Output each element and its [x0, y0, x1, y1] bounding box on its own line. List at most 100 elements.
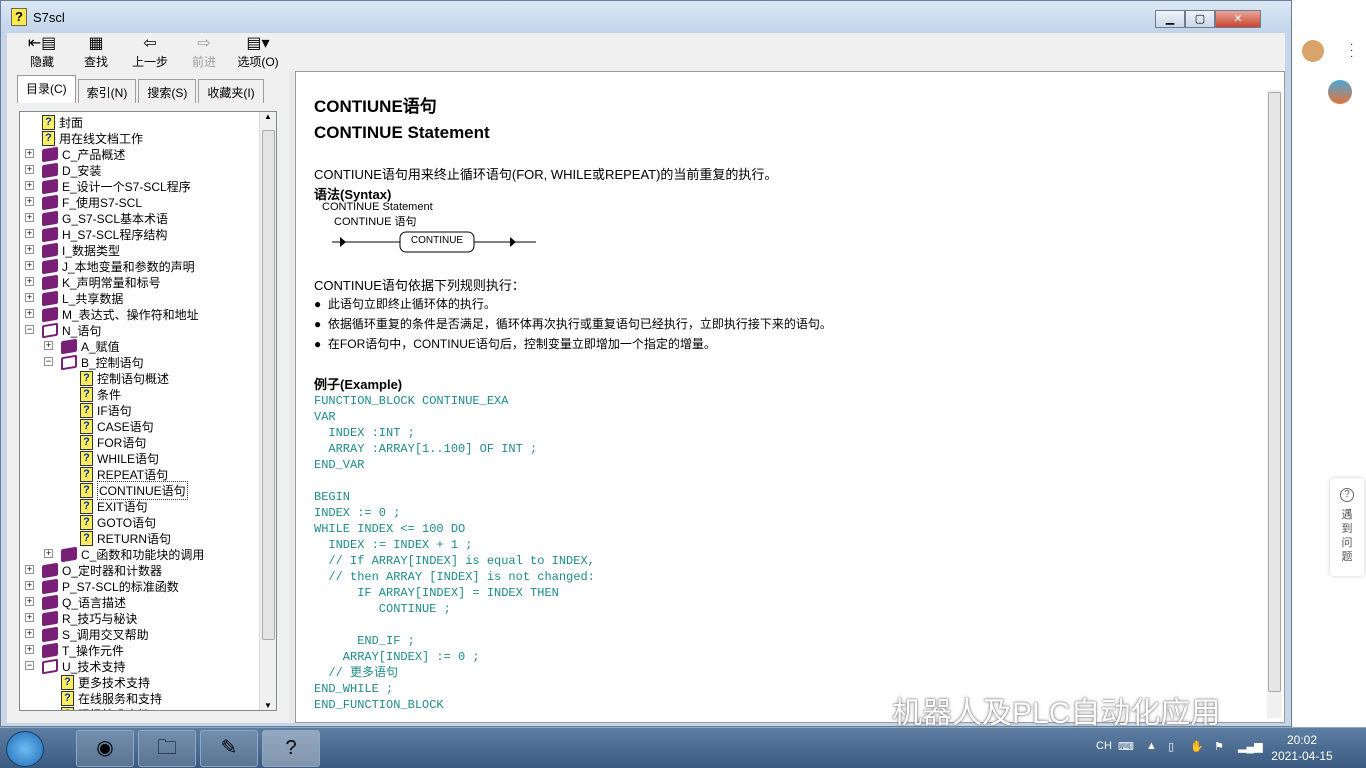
tree-item[interactable]: A_赋值 [61, 338, 120, 354]
tree-item[interactable]: ? IF语句 [80, 402, 132, 418]
taskbar-explorer[interactable]: 🗀 [138, 730, 196, 767]
tab-3[interactable]: 收藏夹(I) [198, 79, 264, 103]
tree-item[interactable]: L_共享数据 [42, 290, 123, 306]
collapse-icon[interactable]: − [25, 661, 34, 670]
toolbar-button-4[interactable]: ▤▾ 选项(O) [231, 33, 285, 71]
tree-item[interactable]: C_产品概述 [42, 146, 125, 162]
title-bar: ? S7scl ▁ ▢ ✕ [1, 1, 1291, 33]
expand-icon[interactable]: + [25, 277, 34, 286]
input-language[interactable]: CH [1096, 740, 1112, 752]
more-menu-icon[interactable]: · · · [1350, 40, 1353, 62]
taskbar-chrome[interactable]: ◉ [76, 730, 134, 767]
tree-item[interactable]: U_技术支持 [42, 658, 125, 674]
expand-icon[interactable]: + [25, 197, 34, 206]
expand-icon[interactable]: + [44, 341, 53, 350]
tree-item[interactable]: Q_语言描述 [42, 594, 126, 610]
expand-icon[interactable]: + [25, 229, 34, 238]
tree-item[interactable]: C_函数和功能块的调用 [61, 546, 204, 562]
app-tray-icon[interactable]: ✋ [1190, 740, 1204, 753]
show-hidden-icons[interactable]: ▲ [1146, 740, 1157, 752]
expand-icon[interactable]: + [25, 645, 34, 654]
tree-item-label: R_技巧与秘诀 [62, 611, 138, 626]
tree-item[interactable]: P_S7-SCL的标准函数 [42, 578, 179, 594]
tab-2[interactable]: 搜索(S) [138, 79, 197, 103]
tree-item[interactable]: ? 在线服务和支持 [61, 690, 162, 706]
app-avatar[interactable] [1328, 80, 1352, 104]
tree-item[interactable]: ? 条件 [80, 386, 121, 402]
content-scroll-thumb[interactable] [1268, 92, 1281, 692]
tree-item[interactable]: ? CONTINUE语句 [80, 480, 188, 500]
close-button[interactable]: ✕ [1215, 10, 1261, 28]
network-signal-icon[interactable]: ▂▄▆ [1238, 740, 1263, 753]
expand-icon[interactable]: + [25, 245, 34, 254]
expand-icon[interactable]: + [25, 293, 34, 302]
expand-icon[interactable]: + [44, 549, 53, 558]
battery-icon[interactable]: ▯ [1168, 740, 1174, 753]
tree-item[interactable]: ? 现场技术支持 [61, 706, 150, 710]
expand-icon[interactable]: + [25, 613, 34, 622]
action-center-flag-icon[interactable]: ⚑ [1214, 740, 1224, 753]
tree-item[interactable]: I_数据类型 [42, 242, 120, 258]
tree-item[interactable]: N_语句 [42, 322, 101, 338]
toolbar-button-2[interactable]: ⇦ 上一步 [123, 33, 177, 71]
taskbar-help[interactable]: ? [262, 730, 320, 767]
scroll-thumb[interactable] [262, 130, 275, 640]
scroll-down-arrow[interactable]: ▼ [260, 701, 276, 710]
expand-icon[interactable]: + [25, 261, 34, 270]
tree-item[interactable]: G_S7-SCL基本术语 [42, 210, 168, 226]
taskbar-notepad[interactable]: ✎ [200, 730, 258, 767]
tab-0[interactable]: 目录(C) [17, 75, 76, 103]
tree-item[interactable]: D_安装 [42, 162, 101, 178]
expand-icon[interactable]: + [25, 181, 34, 190]
tree-item[interactable]: ? WHILE语句 [80, 450, 159, 466]
expand-icon[interactable]: + [25, 165, 34, 174]
tree-item[interactable]: ? RETURN语句 [80, 530, 171, 546]
collapse-icon[interactable]: − [25, 325, 34, 334]
tree-item[interactable]: H_S7-SCL程序结构 [42, 226, 167, 242]
toolbar-button-3[interactable]: ⇨ 前进 [177, 33, 231, 71]
tree-item-label: K_声明常量和标号 [62, 275, 161, 290]
tree-item[interactable]: ? EXIT语句 [80, 498, 148, 514]
expand-icon[interactable]: + [25, 597, 34, 606]
tab-1[interactable]: 索引(N) [77, 79, 137, 103]
scroll-up-arrow[interactable]: ▲ [260, 112, 276, 121]
collapse-icon[interactable]: − [44, 357, 53, 366]
tree-item[interactable]: T_操作元件 [42, 642, 124, 658]
tree-item-label: D_安装 [62, 163, 102, 178]
tree-item[interactable]: ? FOR语句 [80, 434, 146, 450]
tree-scrollbar[interactable]: ▲ ▼ [259, 112, 276, 710]
content-scrollbar[interactable] [1267, 90, 1282, 718]
tree-item[interactable]: ? GOTO语句 [80, 514, 156, 530]
maximize-button[interactable]: ▢ [1185, 10, 1215, 28]
help-widget[interactable]: ? 遇到问题 [1330, 478, 1364, 576]
clock[interactable]: 20:02 2021-04-15 [1262, 732, 1342, 764]
expand-icon[interactable]: + [25, 149, 34, 158]
tree-item[interactable]: ? 更多技术支持 [61, 674, 150, 690]
tree-item[interactable]: ? 控制语句概述 [80, 370, 169, 386]
tree-item[interactable]: F_使用S7-SCL [42, 194, 142, 210]
expand-icon[interactable]: + [25, 309, 34, 318]
tree-item[interactable]: R_技巧与秘诀 [42, 610, 137, 626]
tree-item[interactable]: K_声明常量和标号 [42, 274, 161, 290]
expand-icon[interactable]: + [25, 213, 34, 222]
minimize-button[interactable]: ▁ [1155, 10, 1185, 28]
expand-icon[interactable]: + [25, 581, 34, 590]
book-icon [42, 210, 58, 226]
tree-item[interactable]: ? CASE语句 [80, 418, 154, 434]
help-page-icon: ? [80, 386, 93, 402]
tree-item[interactable]: ? 用在线文档工作 [42, 130, 143, 146]
tree-item[interactable]: B_控制语句 [61, 354, 144, 370]
tree-item[interactable]: J_本地变量和参数的声明 [42, 258, 195, 274]
tree-item[interactable]: E_设计一个S7-SCL程序 [42, 178, 191, 194]
expand-icon[interactable]: + [25, 565, 34, 574]
toolbar-button-0[interactable]: ⇤▤ 隐藏 [15, 33, 69, 71]
tree-item[interactable]: M_表达式、操作符和地址 [42, 306, 199, 322]
start-button[interactable] [6, 731, 44, 767]
user-avatar[interactable] [1302, 40, 1324, 62]
keyboard-icon[interactable]: ⌨ [1118, 740, 1134, 753]
expand-icon[interactable]: + [25, 629, 34, 638]
tree-item[interactable]: O_定时器和计数器 [42, 562, 162, 578]
tree-item[interactable]: ? 封面 [42, 114, 83, 130]
tree-item[interactable]: S_调用交叉帮助 [42, 626, 149, 642]
toolbar-button-1[interactable]: ▦ 查找 [69, 33, 123, 71]
